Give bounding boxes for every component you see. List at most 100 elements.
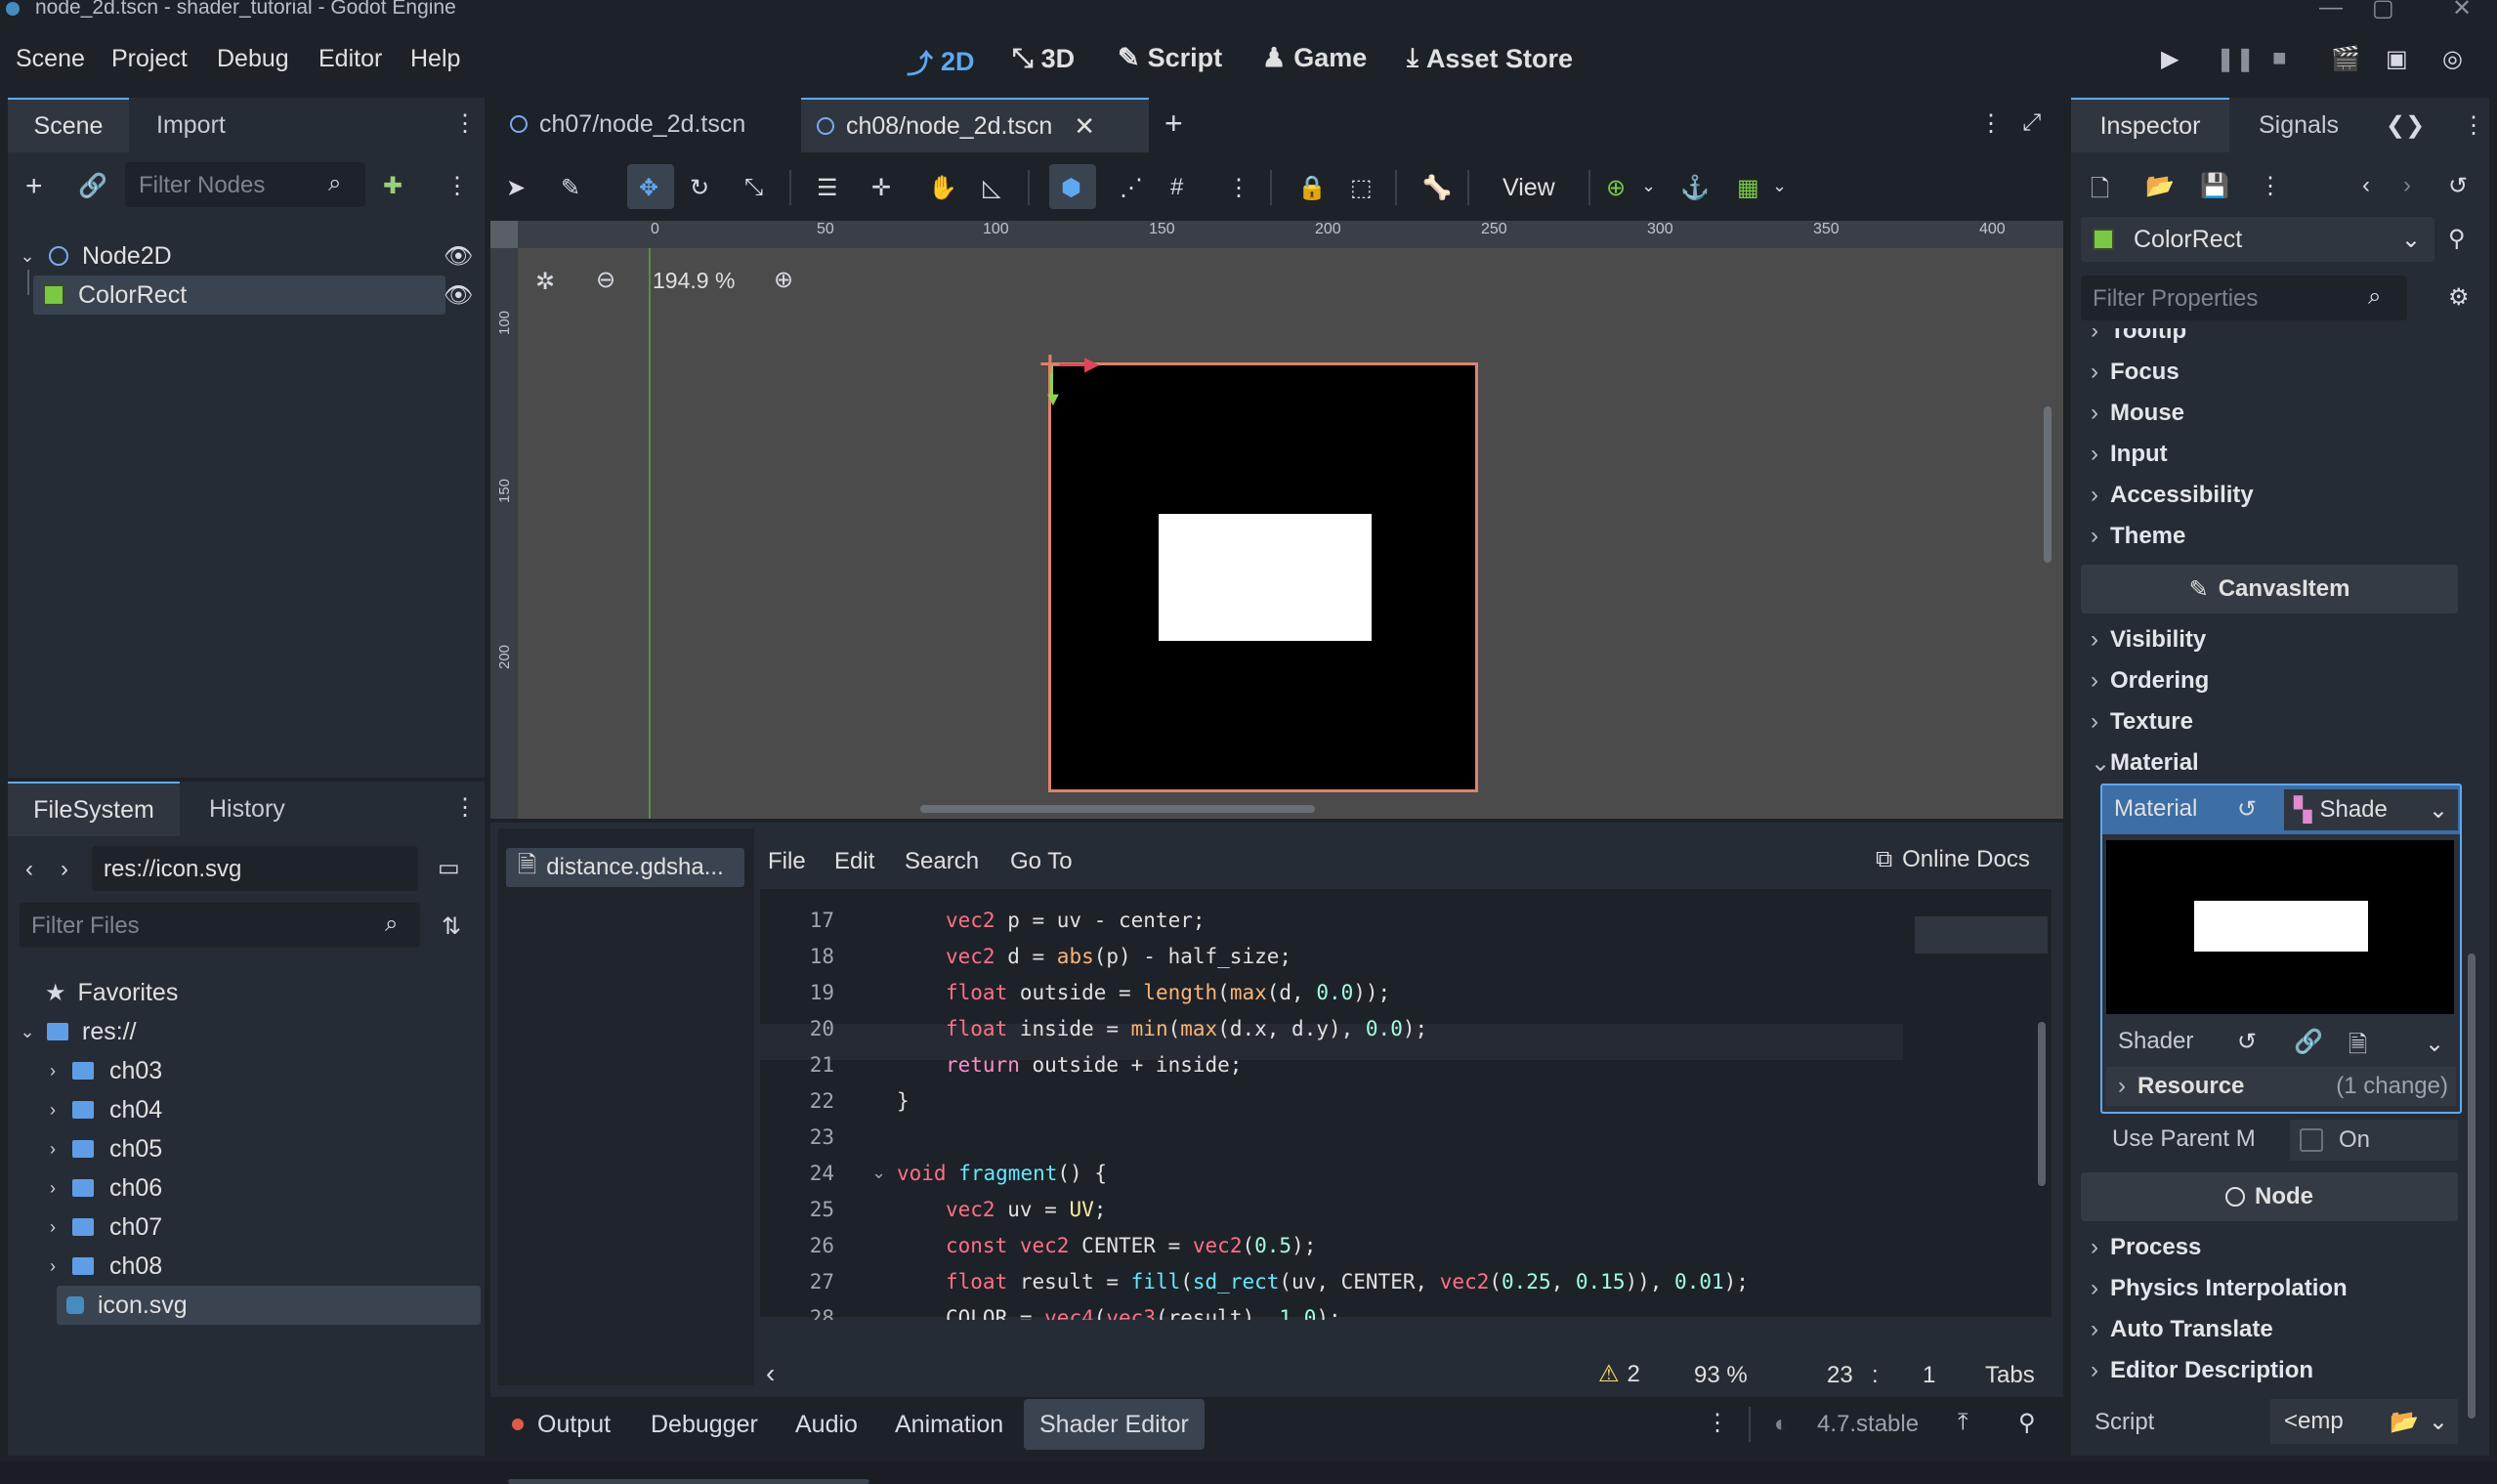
section-material[interactable]: ⌄ Material: [2091, 746, 2199, 780]
section-physics-interpolation[interactable]: › Physics Interpolation: [2091, 1272, 2348, 1305]
section-accessibility[interactable]: › Accessibility: [2091, 479, 2254, 512]
filter-files-input[interactable]: Filter Files ⌕: [20, 903, 420, 948]
dock-menu-icon[interactable]: ⋮: [453, 793, 477, 822]
filter-properties-input[interactable]: Filter Properties ⌕: [2081, 276, 2407, 320]
resource-subsection[interactable]: › Resource (1 change): [2106, 1067, 2456, 1106]
stop-icon[interactable]: ■: [2272, 45, 2287, 72]
pin-panel-icon[interactable]: ⚲: [2018, 1409, 2036, 1437]
play-scene-icon[interactable]: 🎬: [2331, 45, 2360, 73]
viewport-hscrollbar[interactable]: [920, 805, 1315, 813]
workspace-script-button[interactable]: ✎ Script: [1118, 43, 1222, 73]
script-resource-picker[interactable]: <emp 📂 ⌄: [2270, 1399, 2458, 1444]
attach-script-icon[interactable]: ✚: [383, 172, 402, 200]
scene-tab-ch07[interactable]: ch07/node_2d.tscn: [510, 98, 745, 150]
minimize-icon[interactable]: —: [2319, 0, 2343, 21]
dock-menu-icon[interactable]: ⋮: [2462, 111, 2485, 140]
anchor-icon[interactable]: ⚓: [1680, 174, 1710, 202]
menu-project[interactable]: Project: [111, 45, 188, 73]
collapse-arrow-icon[interactable]: ⌄: [20, 1022, 35, 1041]
pan-tool-icon[interactable]: ✋: [928, 174, 957, 202]
center-view-icon[interactable]: ✲: [535, 268, 555, 296]
select-tool-icon[interactable]: ➤: [506, 174, 526, 202]
paint-tool-icon[interactable]: ✎: [561, 174, 580, 202]
chevron-down-icon[interactable]: ⌄: [2425, 1030, 2444, 1058]
section-focus[interactable]: › Focus: [2091, 356, 2180, 389]
shader-menu-goto[interactable]: Go To: [1010, 848, 1073, 875]
favorites-item[interactable]: ★ Favorites: [8, 973, 178, 1012]
scene-options-icon[interactable]: ⋮: [445, 172, 469, 200]
material-resource-picker[interactable]: ▚ Shade ⌄: [2284, 789, 2458, 830]
tab-signals[interactable]: Signals: [2259, 111, 2339, 140]
folder-item[interactable]: › ch04: [8, 1090, 162, 1129]
snap-options-icon[interactable]: ⋮: [1227, 174, 1250, 202]
add-tab-icon[interactable]: +: [1164, 106, 1183, 142]
tree-node-colorrect[interactable]: ColorRect: [33, 276, 445, 315]
folder-item[interactable]: › ch07: [8, 1208, 162, 1247]
add-node-icon[interactable]: +: [25, 170, 43, 203]
chevron-down-icon[interactable]: ⌄: [1641, 176, 1656, 196]
tab-scene[interactable]: Scene: [8, 98, 129, 152]
folder-item[interactable]: › ch06: [8, 1168, 162, 1208]
list-select-icon[interactable]: ☰: [817, 174, 838, 202]
instance-scene-icon[interactable]: 🔗: [78, 172, 107, 200]
shader-menu-file[interactable]: File: [768, 848, 806, 875]
workspace-3d-button[interactable]: ⤡ 3D: [1012, 43, 1075, 74]
expand-arrow-icon[interactable]: ›: [45, 1256, 61, 1276]
property-options-icon[interactable]: ⚙: [2448, 283, 2470, 312]
section-mouse[interactable]: › Mouse: [2091, 397, 2184, 430]
sort-icon[interactable]: ⇅: [442, 912, 461, 941]
zoom-in-icon[interactable]: ⊕: [774, 266, 793, 294]
expand-arrow-icon[interactable]: ›: [45, 1100, 61, 1120]
res-root-item[interactable]: ⌄ res://: [8, 1012, 136, 1051]
tab-inspector[interactable]: Inspector: [2071, 98, 2229, 152]
history-forward-icon[interactable]: ›: [2403, 172, 2411, 199]
bottom-menu-icon[interactable]: ⋮: [1706, 1409, 1729, 1437]
node-help-icon[interactable]: ⚲: [2448, 225, 2466, 253]
grid-icon[interactable]: #: [1170, 174, 1183, 201]
resource-menu-icon[interactable]: ⋮: [2259, 172, 2282, 200]
close-tab-icon[interactable]: ✕: [1074, 111, 1095, 142]
shader-menu-edit[interactable]: Edit: [834, 848, 874, 875]
shader-menu-search[interactable]: Search: [905, 848, 979, 875]
viewport-vscrollbar[interactable]: [2044, 406, 2052, 563]
dock-menu-icon[interactable]: ⋮: [453, 109, 477, 138]
history-back-icon[interactable]: ‹: [2362, 172, 2370, 199]
path-field[interactable]: res://icon.svg: [92, 846, 418, 891]
tab-debugger[interactable]: Debugger: [635, 1399, 774, 1450]
lock-icon[interactable]: 🔒: [1297, 174, 1327, 202]
new-resource-icon[interactable]: 🗋: [2091, 172, 2109, 212]
skeleton-icon[interactable]: 🦴: [1422, 174, 1452, 202]
pause-icon[interactable]: ❚❚: [2216, 45, 2255, 73]
use-parent-material-checkbox[interactable]: On: [2290, 1120, 2458, 1161]
movie-maker-icon[interactable]: ◎: [2442, 45, 2463, 73]
section-editor-description[interactable]: › Editor Description: [2091, 1354, 2313, 1387]
forward-arrow-icon[interactable]: ›: [61, 856, 68, 883]
tab-history[interactable]: History: [209, 795, 285, 824]
code-minimap[interactable]: [1911, 889, 2052, 1317]
section-process[interactable]: › Process: [2091, 1231, 2201, 1264]
tab-animation[interactable]: Animation: [879, 1399, 1019, 1450]
ruler-tool-icon[interactable]: ◺: [983, 174, 1000, 202]
zoom-out-icon[interactable]: ⊖: [596, 266, 615, 294]
menu-editor[interactable]: Editor: [318, 45, 382, 73]
group-icon[interactable]: ⬚: [1350, 174, 1373, 202]
section-input[interactable]: › Input: [2091, 438, 2168, 471]
inspector-scrollbar[interactable]: [2468, 954, 2476, 1419]
workspace-game-button[interactable]: ♟ Game: [1262, 43, 1367, 73]
scene-tab-menu-icon[interactable]: ⋮: [1979, 109, 2003, 138]
tab-import[interactable]: Import: [156, 111, 226, 140]
tab-filesystem[interactable]: FileSystem: [8, 782, 180, 836]
section-ordering[interactable]: › Ordering: [2091, 664, 2209, 698]
close-window-icon[interactable]: ✕: [2452, 0, 2472, 22]
tab-output[interactable]: Output: [496, 1399, 626, 1450]
shader-file-tab[interactable]: 🗎 distance.gdsha...: [506, 848, 744, 887]
visibility-eye-icon[interactable]: 👁: [444, 242, 473, 271]
indent-mode[interactable]: Tabs: [1985, 1362, 2035, 1389]
object-history-icon[interactable]: ↺: [2448, 172, 2468, 200]
section-texture[interactable]: › Texture: [2091, 705, 2193, 739]
viewport-2d[interactable]: 0 50 100 150 200 250 300 350 400 100 150…: [490, 221, 2063, 819]
zoom-level[interactable]: 194.9 %: [653, 268, 735, 294]
back-arrow-icon[interactable]: ‹: [25, 856, 33, 883]
expand-arrow-icon[interactable]: ›: [45, 1217, 61, 1237]
folder-item[interactable]: › ch05: [8, 1129, 162, 1168]
